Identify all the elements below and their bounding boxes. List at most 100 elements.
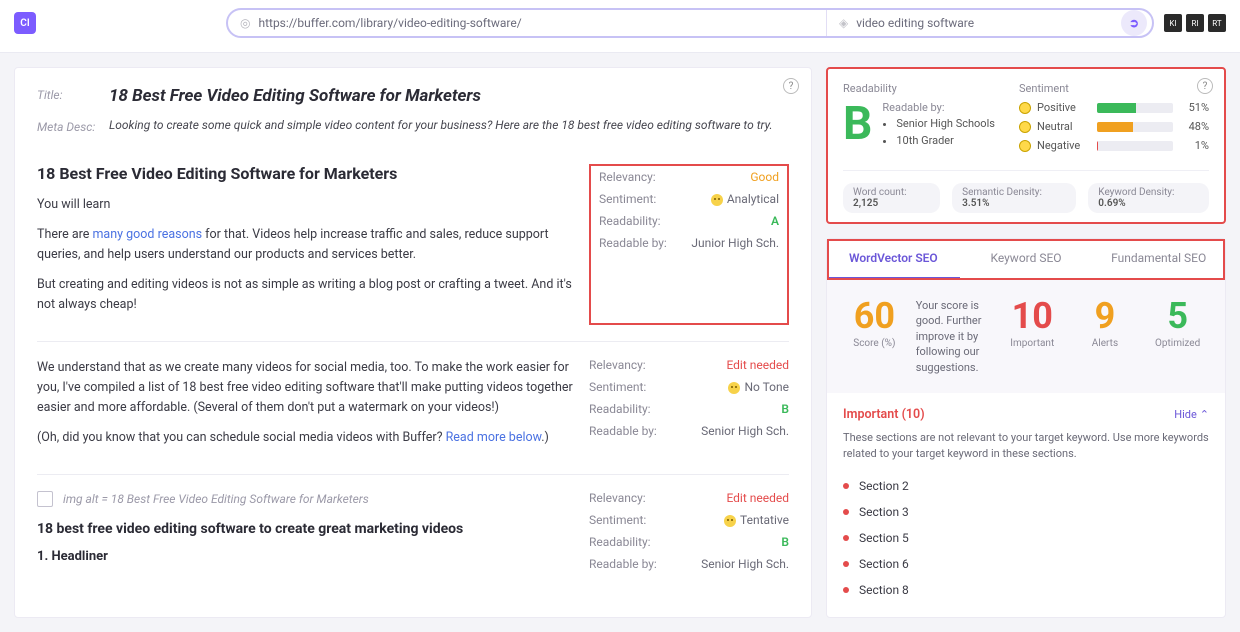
url-field[interactable]: ◎ https://buffer.com/library/video-editi… [228,10,826,36]
issue-item[interactable]: Section 8 [843,577,1209,603]
link[interactable]: many good reasons [92,227,202,242]
sentiment-value: 51% [1179,101,1209,114]
readability-grade: B [843,101,872,147]
relevancy-value: Edit needed [726,491,789,505]
badge-ri[interactable]: RI [1186,14,1204,32]
img-alt-row: img alt = 18 Best Free Video Editing Sof… [37,491,573,507]
sentiment-label: Negative [1037,139,1091,152]
sentiment-value: No Tone [728,380,789,394]
readability-value: B [781,535,789,549]
sentiment-label: Neutral [1037,120,1091,133]
target-icon: ◈ [839,16,848,30]
stat-chips: Word count: 2,125 Semantic Density: 3.51… [843,170,1209,213]
list-item: Senior High Schools [896,116,995,133]
image-icon [37,491,53,507]
badge-ki[interactable]: KI [1164,14,1182,32]
sentiment-label: Positive [1037,101,1091,114]
link[interactable]: Read more below [446,430,542,445]
issue-item[interactable]: Section 6 [843,551,1209,577]
sentiment-value: Analytical [711,192,779,206]
section-item-heading: 1. Headliner [37,549,573,564]
dot-icon [843,483,849,489]
issues-panel: Important (10) Hide ⌃ These sections are… [827,393,1225,617]
go-button[interactable]: ➲ [1121,10,1147,36]
keyword-field[interactable]: ◈ video editing software ➲ [826,10,1152,36]
issues-title: Important (10) [843,407,925,422]
semantic-density-chip: Semantic Density: 3.51% [952,183,1076,213]
section-metrics: Relevancy:Edit needed Sentiment:Tentativ… [589,491,789,579]
section-text: There are many good reasons for that. Vi… [37,225,573,265]
sentiment-title: Sentiment [1019,82,1209,95]
face-icon [1019,121,1031,133]
score-value: 60 [843,298,906,334]
tab-wordvector[interactable]: WordVector SEO [827,239,960,279]
keyword-density-chip: Keyword Density: 0.69% [1088,183,1209,213]
readability-title: Readability [843,82,1003,95]
readability-value: B [781,402,789,416]
readability-sentiment-card: ? Readability B Readable by: Senior High… [826,67,1226,224]
sentiment-value: Tentative [724,513,789,527]
dot-icon [843,509,849,515]
issues-desc: These sections are not relevant to your … [843,430,1209,463]
important-value: 10 [1001,298,1064,334]
readability-value: A [771,214,779,228]
section: img alt = 18 Best Free Video Editing Sof… [37,475,789,595]
app-logo: CI [14,12,36,34]
section-text: You will learn [37,195,573,215]
tablist: WordVector SEO Keyword SEO Fundamental S… [827,239,1225,280]
word-count-chip: Word count: 2,125 [843,183,940,213]
section: We understand that as we create many vid… [37,342,789,475]
score-row: 60 Score (%) Your score is good. Further… [827,280,1225,393]
readableby-value: Senior High Sch. [701,557,789,571]
section: 18 Best Free Video Editing Software for … [37,164,789,342]
sentiment-value: 1% [1179,139,1209,152]
meta-desc: Looking to create some quick and simple … [109,118,773,134]
sentiment-row: Neutral 48% [1019,120,1209,133]
sentiment-value: 48% [1179,120,1209,133]
issue-item[interactable]: Section 2 [843,473,1209,499]
search-pill: ◎ https://buffer.com/library/video-editi… [226,8,1154,38]
section-metrics: Relevancy:Edit needed Sentiment:No Tone … [589,358,789,458]
face-icon [1019,102,1031,114]
section-text: But creating and editing videos is not a… [37,275,573,315]
readableby-value: Senior High Sch. [701,424,789,438]
readable-by-list: Senior High Schools 10th Grader [896,116,995,149]
section-subhead: 18 best free video editing software to c… [37,521,573,537]
readableby-value: Junior High Sch. [691,236,779,250]
optimized-value: 5 [1146,298,1209,334]
help-icon[interactable]: ? [783,78,799,94]
keyword-text: video editing software [856,16,974,30]
sentiment-bar [1097,103,1173,113]
section-text: We understand that as we create many vid… [37,358,573,418]
tab-fundamental[interactable]: Fundamental SEO [1092,239,1225,279]
content-card: ? Title: 18 Best Free Video Editing Soft… [14,67,812,618]
issue-item[interactable]: Section 5 [843,525,1209,551]
emoji-icon [711,194,723,206]
sentiment-row: Positive 51% [1019,101,1209,114]
seo-tabs-card: WordVector SEO Keyword SEO Fundamental S… [826,238,1226,618]
url-text: https://buffer.com/library/video-editing… [258,16,521,30]
relevancy-value: Good [750,170,779,184]
emoji-icon [724,515,736,527]
title-label: Title: [37,86,109,106]
section-heading: 18 Best Free Video Editing Software for … [37,164,573,183]
sentiment-row: Negative 1% [1019,139,1209,152]
badge-rt[interactable]: RT [1208,14,1226,32]
alerts-value: 9 [1074,298,1137,334]
tab-keyword[interactable]: Keyword SEO [960,239,1093,279]
section-text: (Oh, did you know that you can schedule … [37,428,573,448]
list-item: 10th Grader [896,133,995,150]
chevron-up-icon: ⌃ [1200,408,1209,421]
sentiment-bar [1097,122,1173,132]
page-title: 18 Best Free Video Editing Software for … [109,86,481,106]
issue-item[interactable]: Section 3 [843,499,1209,525]
globe-icon: ◎ [240,16,250,30]
topbar: CI ◎ https://buffer.com/library/video-ed… [0,0,1240,53]
relevancy-value: Edit needed [726,358,789,372]
section-metrics: Relevancy:Good Sentiment:Analytical Read… [589,164,789,325]
hide-toggle[interactable]: Hide ⌃ [1174,408,1209,421]
top-right-badges: KI RI RT [1164,14,1226,32]
help-icon[interactable]: ? [1197,78,1213,94]
desc-label: Meta Desc: [37,118,109,134]
emoji-icon [728,382,740,394]
